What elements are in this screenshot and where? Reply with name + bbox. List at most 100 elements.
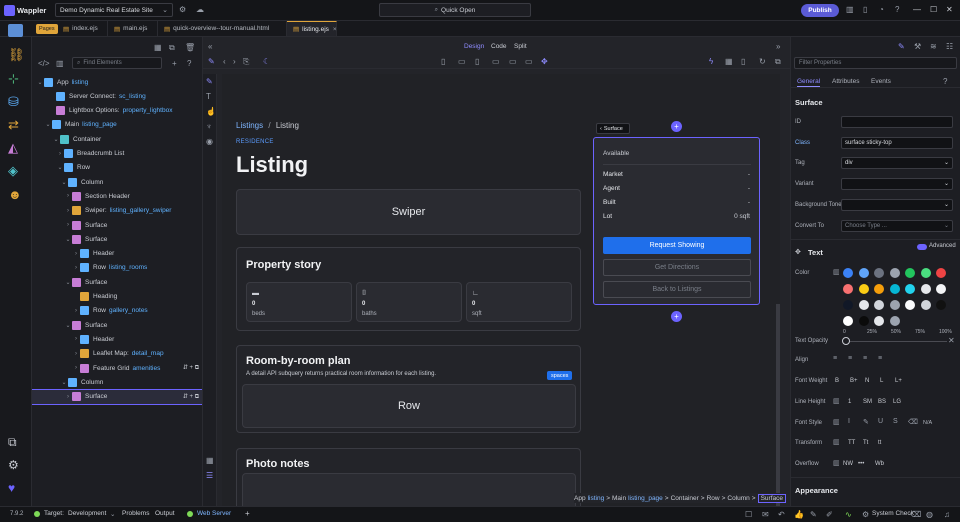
color-swatch[interactable] [889,268,900,278]
color-picker-icon[interactable]: ▥ [833,268,840,276]
lightning-icon[interactable]: ϟ [709,57,713,66]
settings-gear-icon[interactable]: ⚙ [179,5,186,14]
font-weight-option[interactable]: N [865,378,869,384]
move-icon[interactable]: ⇵ [183,365,188,371]
line-height-icon[interactable]: ▥ [833,397,840,405]
selected-element-tag[interactable]: ‹ Surface [596,123,630,134]
help-icon[interactable]: ? [895,5,899,14]
path-segment[interactable]: App listing [574,495,604,502]
color-swatch[interactable] [874,300,884,310]
extensions-icon[interactable]: ⧉ [8,435,17,450]
underline-icon[interactable]: U [878,418,883,425]
align-right-icon[interactable]: ≡ [863,355,867,362]
request-showing-button[interactable]: Request Showing [603,237,751,254]
transform-icon[interactable]: ▥ [833,438,840,446]
tree-item[interactable]: ⌄ Surface [32,232,202,246]
add-icon[interactable]: + [245,509,250,518]
color-swatch[interactable] [905,300,915,310]
opacity-slider-track[interactable] [847,341,947,342]
color-swatch[interactable] [843,268,853,278]
property-story-surface[interactable]: Property story ▬ 0 beds ⌷ 0 baths ∟ 0 sq… [236,247,581,331]
publish-button[interactable]: Publish [801,4,839,17]
italic-icon[interactable]: I [848,418,850,425]
color-swatch[interactable] [843,316,853,326]
tree-item[interactable]: Lightbox Options: property_lightbox [32,104,202,118]
layers-icon[interactable]: ◈ [8,163,18,179]
fit-icon[interactable]: ✥ [541,57,548,66]
color-swatch[interactable] [889,316,900,326]
color-swatch[interactable] [936,300,946,310]
color-swatch[interactable] [843,300,853,310]
photo-notes-surface[interactable]: Photo notes [236,448,581,506]
chevron-down-icon[interactable]: ⌄ [64,322,72,329]
tree-item[interactable]: ⌄ Surface [32,275,202,289]
font-style-icon[interactable]: ▥ [833,418,840,426]
opacity-slider-thumb[interactable] [842,337,850,345]
help-icon[interactable]: ? [943,77,947,86]
project-select[interactable]: Demo Dynamic Real Estate Site ⌄ [55,3,173,17]
tree-item[interactable]: ⌄ Row [32,161,202,175]
path-segment[interactable]: Row [707,495,720,502]
tree-item[interactable]: › Surface [32,218,202,232]
target-select[interactable]: Development [68,510,106,517]
tree-item[interactable]: ⌄ Container [32,132,202,146]
tree-item[interactable]: ⌄ Main listing_page [32,118,202,132]
chevron-right-icon[interactable]: › [64,208,72,214]
align-left-icon[interactable]: ≡ [833,355,837,362]
output-button[interactable]: Output [155,510,175,517]
thumbs-up-icon[interactable]: 👍 [794,510,804,519]
layout-toggle-icon[interactable]: ▥ [56,59,64,68]
pen-icon[interactable]: ✎ [863,418,869,426]
tab-quick-overview[interactable]: ▤ quick-overview--tour-manual.html [158,21,287,36]
copy-icon[interactable]: ⧉ [169,43,175,53]
path-segment[interactable]: Surface [757,493,786,503]
camera-icon[interactable]: ⎘ [243,57,249,67]
add-icon[interactable]: + [190,365,194,371]
layout-icon[interactable]: ▥ [846,5,854,14]
font-weight-option[interactable]: L [880,378,883,384]
design-mode-tab[interactable]: Design [464,43,484,50]
panel-icon[interactable]: ▯ [863,5,867,14]
path-segment[interactable]: Container [671,495,699,502]
color-swatch[interactable] [858,284,869,294]
overflow-ellipsis-icon[interactable]: ••• [858,461,864,467]
tab-listing[interactable]: ▤ listing.ejs × [287,21,337,36]
open-external-icon[interactable]: ⧉ [775,57,781,67]
chevron-down-icon[interactable]: ⌄ [52,136,60,143]
web-server-button[interactable]: Web Server [197,510,231,517]
grid-icon[interactable]: ▦ [725,57,733,66]
code-mode-tab[interactable]: Code [491,43,507,50]
settings-icon[interactable]: ⚙ [8,458,19,472]
wand-icon[interactable]: ⚒ [914,42,921,51]
line-height-option[interactable]: LG [893,399,901,405]
tree-item[interactable]: › Feature Grid amenities ⇵ + ⧉ [32,361,202,375]
transform-option[interactable]: TT [848,440,855,446]
line-height-option[interactable]: BS [878,399,886,405]
database-icon[interactable]: ⛁ [8,94,19,110]
dom-icon[interactable]: ▦ [154,43,162,52]
chevron-down-icon[interactable]: ⌄ [56,164,64,171]
paint-icon[interactable]: ♆ [206,122,212,131]
tree-item[interactable]: Server Connect: sc_listing [32,89,202,103]
color-swatch[interactable] [920,284,931,294]
chevron-right-icon[interactable]: › [64,193,72,199]
add-icon[interactable]: + [190,394,194,400]
collapse-right-icon[interactable]: » [776,42,780,51]
drop-icon[interactable]: ◔ [879,5,884,14]
chevron-right-icon[interactable]: › [72,351,80,357]
overflow-wb[interactable]: Wb [875,461,884,467]
mobile-landscape-icon[interactable]: ▭ [458,57,466,66]
color-swatch[interactable] [858,300,869,310]
minimize-icon[interactable]: — [913,5,921,14]
line-height-option[interactable]: 1 [848,399,851,405]
color-swatch[interactable] [874,268,884,278]
chat-icon[interactable]: ✉ [762,510,769,519]
tree-item[interactable]: › Breadcrumb List [32,147,202,161]
globe-icon[interactable]: ◍ [926,510,933,519]
refresh-icon[interactable]: ↻ [759,57,766,66]
mobile-portrait-icon[interactable]: ▯ [441,57,445,66]
align-justify-icon[interactable]: ≡ [878,355,882,362]
clear-opacity-icon[interactable]: ✕ [948,336,955,345]
tree-item[interactable]: › Section Header [32,189,202,203]
chevron-right-icon[interactable]: › [64,222,72,228]
